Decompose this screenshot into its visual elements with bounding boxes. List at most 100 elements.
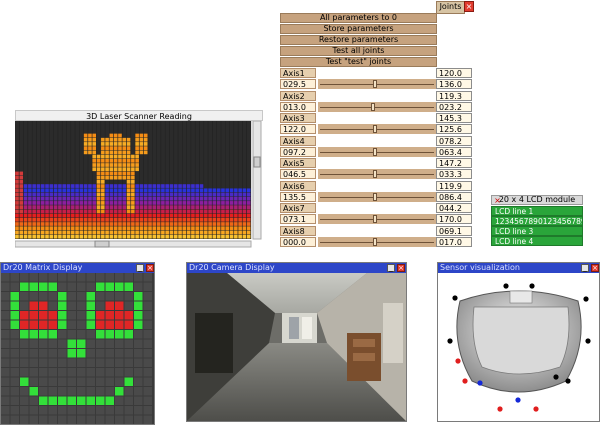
axis-slider-thumb[interactable] bbox=[373, 170, 377, 178]
scan-cell bbox=[220, 188, 225, 193]
scan-cell bbox=[19, 226, 24, 231]
axis-slider[interactable] bbox=[318, 191, 436, 202]
axis-slider[interactable] bbox=[318, 124, 436, 134]
scan-cell bbox=[19, 213, 24, 218]
axis-input-field[interactable]: 013.0 bbox=[280, 101, 316, 112]
sensor-close-icon[interactable]: × bbox=[591, 264, 599, 272]
scan-cell bbox=[87, 192, 92, 197]
laser-vertical-scroll-thumb[interactable] bbox=[253, 156, 261, 168]
joints-panel: Joints × All parameters to 0 Store param… bbox=[278, 0, 474, 247]
scan-cell bbox=[246, 213, 251, 218]
scan-cell bbox=[199, 192, 204, 197]
test-all-joints-button[interactable]: Test all joints bbox=[280, 46, 437, 56]
led-cell bbox=[29, 292, 38, 301]
scan-cell bbox=[173, 209, 178, 214]
laser-vertical-scrollbar[interactable] bbox=[252, 121, 262, 240]
scan-cell bbox=[105, 137, 109, 142]
scan-cell bbox=[203, 234, 208, 239]
lcd-close-icon[interactable]: × bbox=[493, 196, 502, 205]
led-cell bbox=[115, 301, 124, 310]
scan-cell bbox=[130, 167, 135, 172]
scan-cell bbox=[220, 222, 225, 226]
scan-cell bbox=[216, 205, 221, 209]
scan-cell bbox=[139, 217, 144, 222]
axis-slider-thumb[interactable] bbox=[373, 237, 377, 246]
laser-horizontal-scroll-thumb[interactable] bbox=[94, 240, 110, 248]
matrix-minimize-icon[interactable]: _ bbox=[136, 264, 144, 272]
store-parameters-button[interactable]: Store parameters bbox=[280, 24, 437, 34]
axis-input-field[interactable]: 135.5 bbox=[280, 191, 316, 202]
scan-cell bbox=[92, 158, 97, 163]
camera-minimize-icon[interactable]: _ bbox=[387, 264, 395, 272]
sensor-dot bbox=[455, 358, 461, 364]
scan-cell bbox=[53, 188, 58, 193]
axis-slider[interactable] bbox=[318, 214, 436, 224]
all-parameters-to-zero-button[interactable]: All parameters to 0 bbox=[280, 13, 437, 23]
axis-slider[interactable] bbox=[318, 79, 436, 89]
scan-cell bbox=[139, 196, 144, 201]
scan-cell bbox=[148, 184, 152, 188]
scan-cell bbox=[109, 209, 114, 214]
scan-cell bbox=[100, 230, 105, 235]
led-cell bbox=[124, 273, 133, 282]
scan-cell bbox=[165, 209, 169, 214]
axis-input-field[interactable]: 097.2 bbox=[280, 146, 316, 157]
scan-cell bbox=[87, 209, 92, 214]
camera-close-icon[interactable]: × bbox=[397, 264, 405, 272]
led-cell bbox=[10, 415, 19, 424]
scan-cell bbox=[139, 142, 144, 146]
scan-cell bbox=[27, 213, 32, 218]
joints-close-icon[interactable]: × bbox=[464, 1, 474, 12]
scan-cell bbox=[156, 226, 161, 231]
led-cell bbox=[77, 330, 86, 339]
axis-input-field[interactable]: 000.0 bbox=[280, 236, 316, 247]
scan-cell bbox=[238, 217, 242, 222]
axis-slider[interactable] bbox=[318, 146, 436, 157]
scan-cell bbox=[105, 142, 109, 146]
scan-cell bbox=[199, 213, 204, 218]
axis-input-field[interactable]: 029.5 bbox=[280, 79, 316, 89]
axis-slider-thumb[interactable] bbox=[373, 80, 377, 88]
scan-cell bbox=[75, 230, 79, 235]
scan-cell bbox=[195, 196, 200, 201]
axis-input-field[interactable]: 046.5 bbox=[280, 169, 316, 179]
axis-slider-thumb[interactable] bbox=[373, 192, 377, 201]
scan-cell bbox=[229, 222, 234, 226]
scan-cell bbox=[92, 146, 97, 150]
test-test-joints-button[interactable]: Test "test" joints bbox=[280, 57, 437, 67]
axis-slider-thumb[interactable] bbox=[373, 125, 377, 133]
axis-slider-thumb[interactable] bbox=[373, 147, 377, 156]
scan-cell bbox=[92, 154, 97, 159]
scan-cell bbox=[19, 188, 24, 193]
scan-cell bbox=[122, 175, 127, 180]
scan-cell bbox=[40, 209, 45, 214]
axis-slider-thumb[interactable] bbox=[373, 215, 377, 223]
scan-cell bbox=[229, 217, 234, 222]
scan-cell bbox=[92, 226, 97, 231]
scan-cell bbox=[246, 201, 251, 205]
scan-cell bbox=[40, 234, 45, 239]
matrix-close-icon[interactable]: × bbox=[146, 264, 154, 272]
scan-cell bbox=[190, 230, 195, 235]
axis-input-field[interactable]: 073.1 bbox=[280, 214, 316, 224]
axis-input-field[interactable]: 122.0 bbox=[280, 124, 316, 134]
led-cell bbox=[39, 349, 48, 358]
axis-slider[interactable] bbox=[318, 101, 436, 112]
scan-cell bbox=[199, 230, 204, 235]
scan-cell bbox=[117, 230, 122, 235]
scan-cell bbox=[109, 201, 114, 205]
sensor-minimize-icon[interactable]: _ bbox=[581, 264, 589, 272]
scan-cell bbox=[15, 196, 19, 201]
scan-cell bbox=[105, 184, 109, 188]
axis-slider[interactable] bbox=[318, 236, 436, 247]
restore-parameters-button[interactable]: Restore parameters bbox=[280, 35, 437, 45]
axis-slider-thumb[interactable] bbox=[371, 102, 375, 111]
joints-title-tab[interactable]: Joints bbox=[436, 1, 465, 14]
scan-cell bbox=[160, 234, 165, 239]
axis-slider[interactable] bbox=[318, 169, 436, 179]
laser-horizontal-scrollbar[interactable] bbox=[15, 240, 252, 248]
led-cell bbox=[1, 282, 10, 291]
scan-cell bbox=[216, 226, 221, 231]
scan-cell bbox=[126, 158, 131, 163]
scan-cell bbox=[27, 188, 32, 193]
